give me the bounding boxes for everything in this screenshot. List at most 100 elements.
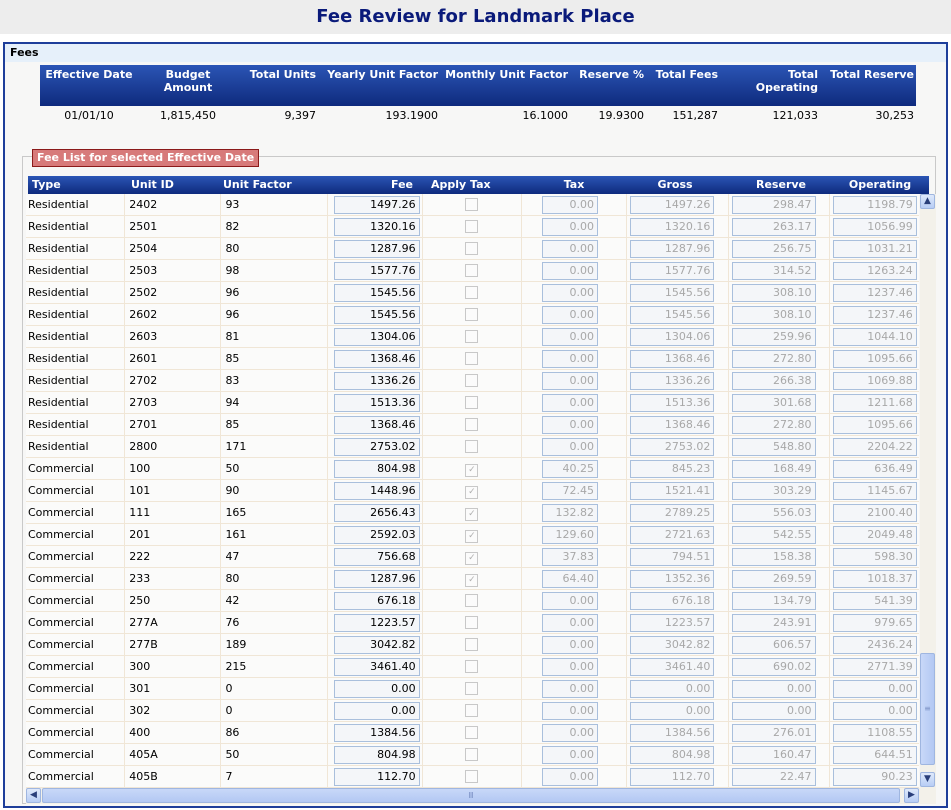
scroll-right-icon[interactable]: ▶ xyxy=(904,788,919,803)
fee-input[interactable]: 1545.56 xyxy=(333,306,420,324)
fee-row[interactable]: Commercial 405A 50 804.98 0.00 804.98 160.47 64… xyxy=(26,744,919,766)
apply-tax-checkbox[interactable] xyxy=(465,682,479,695)
scroll-left-icon[interactable]: ◀ xyxy=(26,788,41,803)
apply-tax-checkbox[interactable] xyxy=(465,704,479,717)
apply-tax-checkbox[interactable] xyxy=(465,396,479,409)
fee-row[interactable]: Residential 2504 80 1287.96 0.00 1287.96 256.7… xyxy=(26,238,919,260)
fee-input[interactable]: 1577.76 xyxy=(333,262,420,280)
fee-input[interactable]: 1513.36 xyxy=(333,394,420,412)
fee-input[interactable]: 756.68 xyxy=(333,548,420,566)
fee-input[interactable]: 1304.06 xyxy=(333,328,420,346)
header-reserve-pct[interactable]: Reserve % xyxy=(570,65,646,106)
apply-tax-checkbox[interactable]: ✓ xyxy=(465,464,479,477)
apply-tax-checkbox[interactable] xyxy=(465,264,479,277)
fee-input[interactable]: 1497.26 xyxy=(333,196,420,214)
header-effective-date[interactable]: Effective Date xyxy=(40,65,138,106)
fee-input[interactable]: 2592.03 xyxy=(333,526,420,544)
fee-input[interactable]: 1320.16 xyxy=(333,218,420,236)
column-header-fee[interactable]: Fee xyxy=(335,176,429,194)
apply-tax-checkbox[interactable] xyxy=(465,660,479,673)
fee-input[interactable]: 0.00 xyxy=(333,680,420,698)
fee-input[interactable]: 2753.02 xyxy=(333,438,420,456)
apply-tax-checkbox[interactable] xyxy=(465,330,479,343)
fee-row[interactable]: Residential 2603 81 1304.06 0.00 1304.06 259.9… xyxy=(26,326,919,348)
header-total-units[interactable]: Total Units xyxy=(238,65,318,106)
fee-row[interactable]: Commercial 302 0 0.00 0.00 0.00 0.00 0.00 xyxy=(26,700,919,722)
apply-tax-checkbox[interactable]: ✓ xyxy=(465,486,479,499)
fee-input[interactable]: 1545.56 xyxy=(333,284,420,302)
fee-row[interactable]: Commercial 233 80 1287.96 ✓ 64.40 1352.36 269.5… xyxy=(26,568,919,590)
fee-input[interactable]: 1287.96 xyxy=(333,570,420,588)
fee-row[interactable]: Commercial 277A 76 1223.57 0.00 1223.57 243.91… xyxy=(26,612,919,634)
fee-input[interactable]: 2656.43 xyxy=(333,504,420,522)
fee-row[interactable]: Residential 2701 85 1368.46 0.00 1368.46 272.8… xyxy=(26,414,919,436)
fee-input[interactable]: 3042.82 xyxy=(333,636,420,654)
column-header-reserve[interactable]: Reserve xyxy=(731,176,831,194)
fee-row[interactable]: Commercial 405B 7 112.70 0.00 112.70 22.47 90.2… xyxy=(26,766,919,788)
header-yearly-unit-factor[interactable]: Yearly Unit Factor xyxy=(318,65,440,106)
column-header-tax[interactable]: Tax xyxy=(529,176,619,194)
fee-input[interactable]: 676.18 xyxy=(333,592,420,610)
header-total-fees[interactable]: Total Fees xyxy=(646,65,720,106)
apply-tax-checkbox[interactable]: ✓ xyxy=(465,574,479,587)
fee-row[interactable]: Commercial 300 215 3461.40 0.00 3461.40 690.02… xyxy=(26,656,919,678)
fee-input[interactable]: 0.00 xyxy=(333,702,420,720)
column-header-apply-tax[interactable]: Apply Tax xyxy=(429,176,529,194)
apply-tax-checkbox[interactable] xyxy=(465,352,479,365)
column-header-operating[interactable]: Operating xyxy=(831,176,929,194)
fee-row[interactable]: Commercial 201 161 2592.03 ✓ 129.60 2721.63 542… xyxy=(26,524,919,546)
header-total-reserve[interactable]: Total Reserve xyxy=(820,65,916,106)
apply-tax-checkbox[interactable] xyxy=(465,616,479,629)
column-header-type[interactable]: Type xyxy=(28,176,125,194)
apply-tax-checkbox[interactable] xyxy=(465,220,479,233)
fee-input[interactable]: 1336.26 xyxy=(333,372,420,390)
apply-tax-checkbox[interactable] xyxy=(465,638,479,651)
fee-row[interactable]: Commercial 277B 189 3042.82 0.00 3042.82 606.5… xyxy=(26,634,919,656)
fee-input[interactable]: 1287.96 xyxy=(333,240,420,258)
fee-row[interactable]: Commercial 222 47 756.68 ✓ 37.83 794.51 158.38 5… xyxy=(26,546,919,568)
apply-tax-checkbox[interactable] xyxy=(465,374,479,387)
fee-input[interactable]: 1368.46 xyxy=(333,350,420,368)
summary-row[interactable]: 01/01/10 1,815,450 9,397 193.1900 16.100… xyxy=(40,106,916,126)
scroll-up-icon[interactable]: ▲ xyxy=(920,194,935,209)
apply-tax-checkbox[interactable] xyxy=(465,308,479,321)
fee-row[interactable]: Commercial 100 50 804.98 ✓ 40.25 845.23 168.49 6… xyxy=(26,458,919,480)
fee-input[interactable]: 1223.57 xyxy=(333,614,420,632)
fee-row[interactable]: Commercial 250 42 676.18 0.00 676.18 134.79 541… xyxy=(26,590,919,612)
fee-row[interactable]: Residential 2702 83 1336.26 0.00 1336.26 266.3… xyxy=(26,370,919,392)
fee-input[interactable]: 804.98 xyxy=(333,746,420,764)
apply-tax-checkbox[interactable] xyxy=(465,242,479,255)
horizontal-scrollbar[interactable]: ◀ Ⅲ ▶ xyxy=(26,788,936,804)
apply-tax-checkbox[interactable] xyxy=(465,286,479,299)
scroll-down-icon[interactable]: ▼ xyxy=(920,772,935,787)
apply-tax-checkbox[interactable] xyxy=(465,770,479,783)
fee-row[interactable]: Residential 2800 171 2753.02 0.00 2753.02 548.… xyxy=(26,436,919,458)
fee-input[interactable]: 3461.40 xyxy=(333,658,420,676)
fee-row[interactable]: Residential 2601 85 1368.46 0.00 1368.46 272.8… xyxy=(26,348,919,370)
fee-row[interactable]: Residential 2402 93 1497.26 0.00 1497.26 298.4… xyxy=(26,194,919,216)
vertical-scrollbar[interactable]: ▲ ≡ ▼ xyxy=(920,194,936,788)
fee-row[interactable]: Commercial 400 86 1384.56 0.00 1384.56 276.01 1… xyxy=(26,722,919,744)
fee-input[interactable]: 1368.46 xyxy=(333,416,420,434)
fee-row[interactable]: Residential 2501 82 1320.16 0.00 1320.16 263.1… xyxy=(26,216,919,238)
fee-row[interactable]: Commercial 111 165 2656.43 ✓ 132.82 2789.25 556… xyxy=(26,502,919,524)
horizontal-scroll-thumb[interactable]: Ⅲ xyxy=(42,788,900,803)
apply-tax-checkbox[interactable] xyxy=(465,748,479,761)
column-header-unit-id[interactable]: Unit ID xyxy=(125,176,215,194)
apply-tax-checkbox[interactable] xyxy=(465,594,479,607)
fee-input[interactable]: 1448.96 xyxy=(333,482,420,500)
fee-row[interactable]: Commercial 301 0 0.00 0.00 0.00 0.00 0.00 xyxy=(26,678,919,700)
fee-row[interactable]: Residential 2703 94 1513.36 0.00 1513.36 301.6… xyxy=(26,392,919,414)
fee-input[interactable]: 1384.56 xyxy=(333,724,420,742)
apply-tax-checkbox[interactable]: ✓ xyxy=(465,508,479,521)
apply-tax-checkbox[interactable] xyxy=(465,440,479,453)
apply-tax-checkbox[interactable] xyxy=(465,418,479,431)
apply-tax-checkbox[interactable] xyxy=(465,198,479,211)
fee-row[interactable]: Commercial 101 90 1448.96 ✓ 72.45 1521.41 303.2… xyxy=(26,480,919,502)
vertical-scroll-thumb[interactable]: ≡ xyxy=(920,653,935,765)
apply-tax-checkbox[interactable]: ✓ xyxy=(465,552,479,565)
column-header-gross[interactable]: Gross xyxy=(619,176,731,194)
apply-tax-checkbox[interactable] xyxy=(465,726,479,739)
fee-row[interactable]: Residential 2602 96 1545.56 0.00 1545.56 308.1… xyxy=(26,304,919,326)
fee-row[interactable]: Residential 2503 98 1577.76 0.00 1577.76 314.5… xyxy=(26,260,919,282)
